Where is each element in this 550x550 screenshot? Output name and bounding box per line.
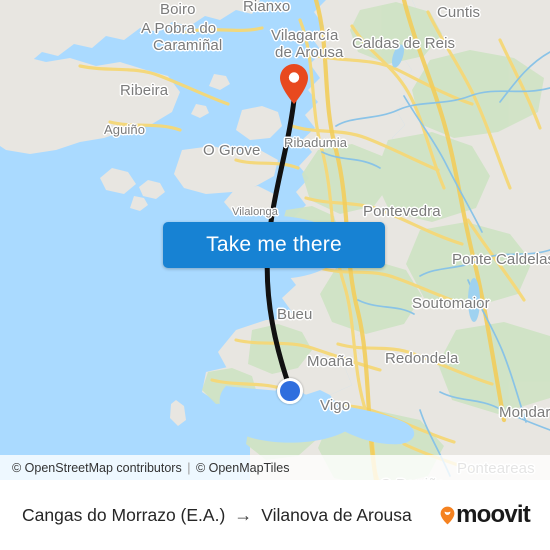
attribution-osm[interactable]: © OpenStreetMap contributors [12,461,182,475]
moovit-logo[interactable]: moovit [440,503,536,527]
attribution-separator: | [187,460,191,475]
moovit-wordmark: moovit [456,501,531,528]
map-canvas[interactable]: Boiro Rianxo Cuntis A Pobra do Caramiñal… [0,0,550,480]
route-summary: Cangas do Morrazo (E.A.) → Vilanova de A… [22,505,440,526]
route-destination-label: Vilanova de Arousa [261,504,412,525]
attribution-text: © OpenStreetMap contributors | © OpenMap… [12,461,289,475]
attribution-tiles[interactable]: © OpenMapTiles [196,461,290,475]
route-footer: Cangas do Morrazo (E.A.) → Vilanova de A… [0,480,550,550]
route-origin-label: Cangas do Morrazo (E.A.) [22,504,226,525]
take-me-there-label: Take me there [206,233,342,256]
map-attribution-bar: © OpenStreetMap contributors | © OpenMap… [0,455,550,480]
take-me-there-button[interactable]: Take me there [163,222,385,268]
moovit-pin-icon [440,506,455,524]
origin-location-dot-icon[interactable] [277,378,303,404]
moovit-route-card: Boiro Rianxo Cuntis A Pobra do Caramiñal… [0,0,550,550]
route-arrow-icon: → [234,505,253,525]
